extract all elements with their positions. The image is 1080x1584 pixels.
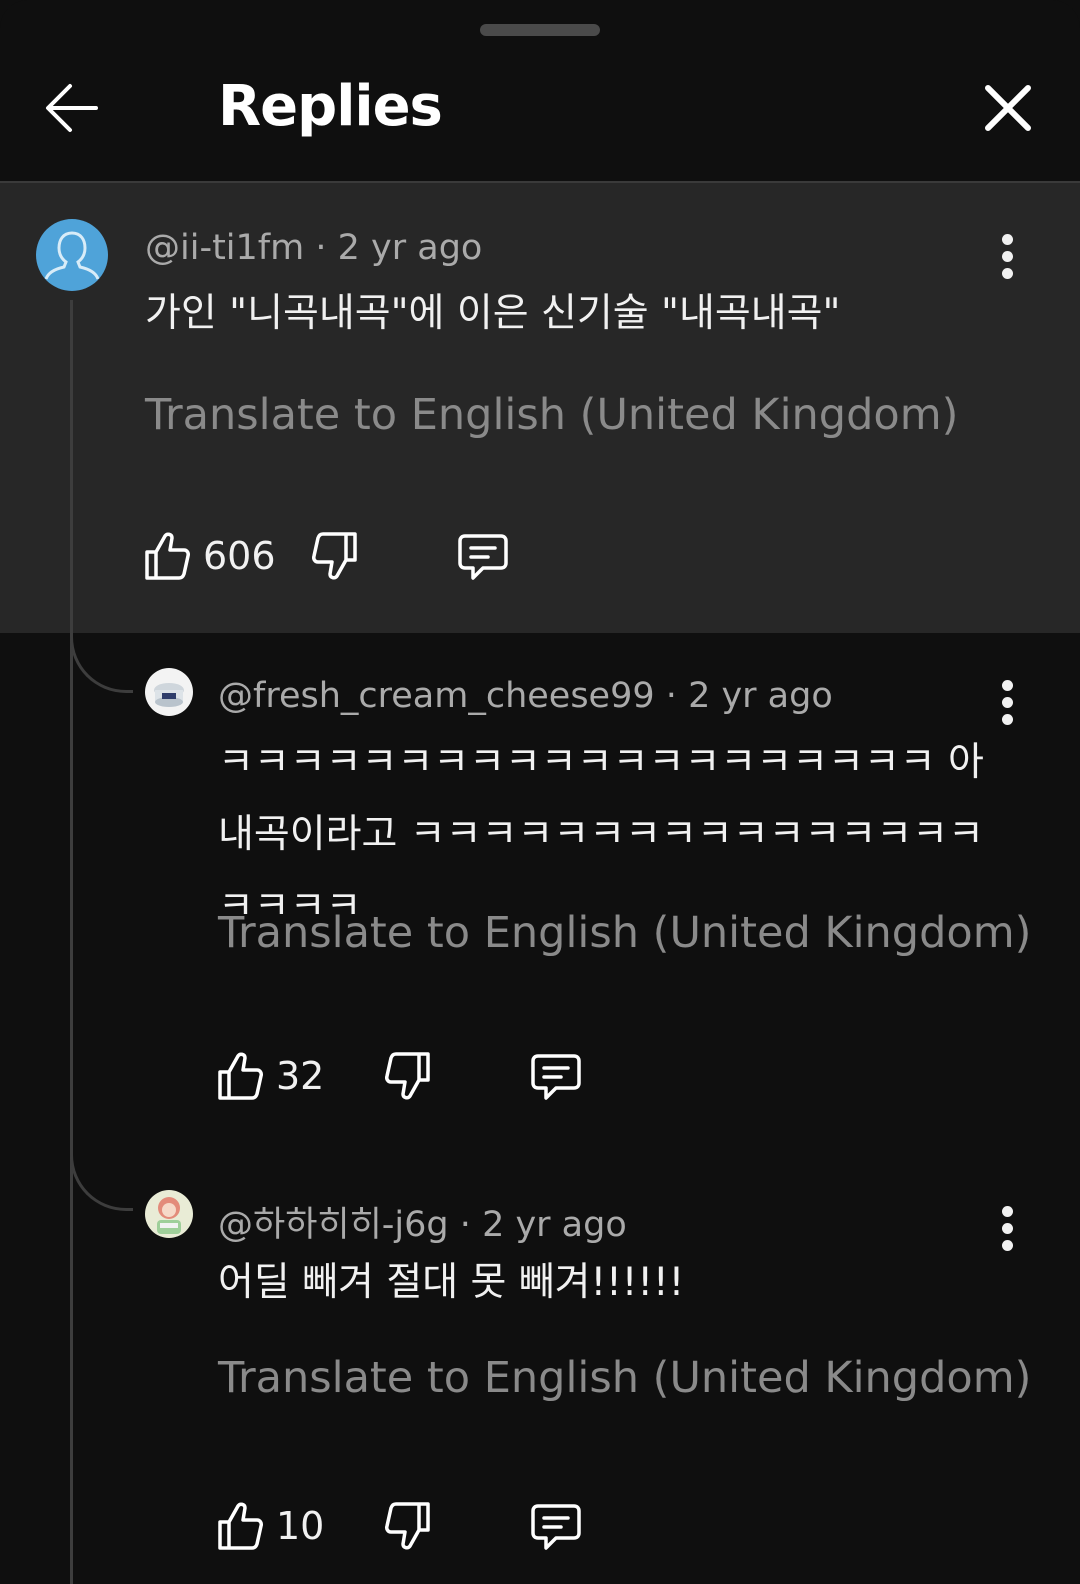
thread-line [70,300,73,1584]
avatar[interactable] [36,219,108,291]
like-icon[interactable] [143,530,191,586]
page-title: Replies [218,74,443,139]
reply-icon[interactable] [530,1502,582,1556]
thread-connector [70,1148,133,1211]
translate-button[interactable]: Translate to English (United Kingdom) [218,908,1031,958]
comment-time: 2 yr ago [337,228,483,268]
comment-time: 2 yr ago [482,1205,627,1245]
replies-sheet: Replies @ii-ti1fm · 2 yr ago 가인 "니곡내곡"에 … [0,0,1080,1584]
like-count: 606 [203,534,276,578]
author-name[interactable]: @하하히히-j6g [218,1205,449,1245]
like-icon[interactable] [216,1500,264,1556]
meta-separator: · [459,1205,471,1245]
comment-text: 어딜 빼겨 절대 못 빼겨!!!!!! [218,1260,685,1305]
comment-actions: 32 [216,1050,616,1110]
more-options-icon[interactable] [993,234,1023,284]
like-count: 10 [276,1504,325,1548]
meta-separator: · [665,676,677,716]
author-name[interactable]: @ii-ti1fm [145,228,304,268]
arrow-left-icon[interactable] [42,78,102,138]
avatar[interactable] [145,668,193,716]
comment-meta: @fresh_cream_cheese99 · 2 yr ago [218,676,833,716]
comment-actions: 606 [143,530,543,590]
translate-button[interactable]: Translate to English (United Kingdom) [218,1353,1031,1403]
like-count: 32 [276,1054,325,1098]
comment-meta: @ii-ti1fm · 2 yr ago [145,228,482,268]
header: Replies [0,48,1080,182]
author-name[interactable]: @fresh_cream_cheese99 [218,676,655,716]
like-icon[interactable] [216,1050,264,1106]
more-options-icon[interactable] [993,680,1023,730]
comment-meta: @하하히히-j6g · 2 yr ago [218,1196,627,1247]
dislike-icon[interactable] [311,530,359,586]
comment-actions: 10 [216,1500,616,1560]
comment-time: 2 yr ago [688,676,833,716]
meta-separator: · [315,228,327,268]
avatar[interactable] [145,1190,193,1238]
drag-handle[interactable] [480,24,600,36]
dislike-icon[interactable] [384,1050,432,1106]
comment-text: 가인 "니곡내곡"에 이은 신기술 "내곡내곡" [145,291,841,336]
thread-connector [70,630,133,693]
dislike-icon[interactable] [384,1500,432,1556]
reply-icon[interactable] [530,1052,582,1106]
reply-icon[interactable] [457,532,509,586]
translate-button[interactable]: Translate to English (United Kingdom) [145,390,958,440]
close-icon[interactable] [980,80,1036,136]
